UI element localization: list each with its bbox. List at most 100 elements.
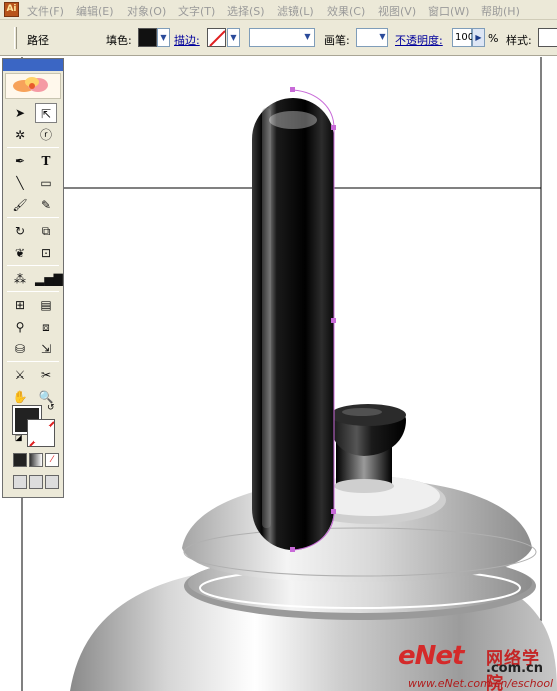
artwork (21, 57, 557, 691)
slice-icon: ⚔ (14, 368, 26, 382)
stroke-label[interactable]: 描边: (174, 32, 200, 48)
rotate-tool[interactable]: ↻ (9, 221, 31, 241)
eyedropper-tool[interactable]: ⚲ (9, 317, 31, 337)
wand-icon: ✲ (14, 128, 26, 142)
eyedropper-icon: ⚲ (15, 320, 25, 334)
tool-separator (7, 265, 59, 266)
default-colors-icon[interactable]: ◪ (15, 433, 23, 442)
illustrator-flower-logo[interactable] (5, 73, 61, 99)
selection-tool[interactable]: ➤ (9, 103, 31, 123)
gradient-tool[interactable]: ▤ (35, 295, 57, 315)
menu-effect[interactable]: 效果(C) (327, 3, 365, 19)
rotate-icon: ↻ (14, 224, 26, 238)
normal-screen-mode-icon[interactable] (13, 475, 27, 489)
live-paint-tool[interactable]: ⛁ (9, 339, 31, 359)
app-icon[interactable]: Ai (4, 2, 19, 17)
tools-panel: ➤ ⇱ ✲ ⓡ ✒ T ╲ ▭ 🖌 ✎ ↻ ⧉ ❦ ⊡ ⁂ ▂▅▇ ⊞ ▤ ⚲ … (2, 58, 64, 498)
menu-filter[interactable]: 滤镜(L) (277, 3, 314, 19)
free-transform-icon: ⊡ (40, 246, 52, 260)
menu-select[interactable]: 选择(S) (227, 3, 265, 19)
type-icon: T (41, 154, 51, 168)
brush-icon: 🖌 (12, 198, 28, 212)
blend-tool[interactable]: ⧈ (35, 317, 57, 337)
stroke-swatch[interactable] (207, 28, 226, 47)
lasso-icon: ⓡ (39, 128, 52, 142)
watermark-url: www.eNet.com.cn/eschool (408, 677, 554, 690)
warp-icon: ❦ (14, 246, 26, 260)
fill-swatch[interactable] (138, 28, 157, 47)
control-bar-grip[interactable] (14, 27, 17, 49)
line-tool[interactable]: ╲ (9, 173, 31, 193)
opacity-label[interactable]: 不透明度: (395, 32, 443, 48)
opacity-unit: % (488, 32, 499, 45)
stroke-weight-dropdown-icon[interactable]: ▼ (301, 28, 314, 47)
scissors-icon: ✂ (40, 368, 52, 382)
brush-dropdown-icon[interactable]: ▼ (376, 28, 389, 47)
magnifier-icon: 🔍 (38, 390, 54, 404)
sprayer-icon: ⁂ (14, 272, 26, 286)
object-type-label: 路径 (27, 34, 49, 47)
menu-object[interactable]: 对象(O) (127, 3, 166, 19)
blend-icon: ⧈ (42, 320, 50, 334)
swap-colors-icon[interactable]: ↺ (47, 403, 55, 413)
free-transform-tool[interactable]: ⊡ (35, 243, 57, 263)
no-stroke-icon (209, 30, 225, 46)
menu-type[interactable]: 文字(T) (178, 3, 215, 19)
paintbrush-tool[interactable]: 🖌 (9, 195, 31, 215)
color-mode-icon[interactable] (13, 453, 27, 467)
live-paint-selection-tool[interactable]: ⇲ (35, 339, 57, 359)
none-mode-icon[interactable]: ⁄ (45, 453, 59, 467)
opacity-field[interactable]: 100 (452, 28, 474, 47)
menu-view[interactable]: 视图(V) (378, 3, 416, 19)
slice-tool[interactable]: ⚔ (9, 365, 31, 385)
hand-icon: ✋ (12, 390, 28, 404)
control-bar: 路径 填色: ▼ 描边: ▼ ▼ 画笔: ▼ 不透明度: 100 ▶ % 样式: (0, 20, 557, 56)
pencil-tool[interactable]: ✎ (35, 195, 57, 215)
tool-separator (7, 147, 59, 148)
full-screen-menu-mode-icon[interactable] (29, 475, 43, 489)
hollow-arrow-icon: ⇱ (40, 107, 52, 121)
mesh-icon: ⊞ (14, 298, 26, 312)
menu-help[interactable]: 帮助(H) (481, 3, 520, 19)
mesh-tool[interactable]: ⊞ (9, 295, 31, 315)
menu-window[interactable]: 窗口(W) (428, 3, 469, 19)
menu-edit[interactable]: 编辑(E) (76, 3, 114, 19)
fill-dropdown-icon[interactable]: ▼ (157, 28, 170, 47)
gradient-mode-icon[interactable] (29, 453, 43, 467)
magic-wand-tool[interactable]: ✲ (9, 125, 31, 145)
symbol-sprayer-tool[interactable]: ⁂ (9, 269, 31, 289)
rectangle-tool[interactable]: ▭ (35, 173, 57, 193)
graph-tool[interactable]: ▂▅▇ (35, 269, 63, 289)
paint-bucket-icon: ⛁ (14, 342, 26, 356)
full-screen-mode-icon[interactable] (45, 475, 59, 489)
lasso-tool[interactable]: ⓡ (35, 125, 57, 145)
direct-selection-tool[interactable]: ⇱ (35, 103, 57, 123)
opacity-arrow-icon[interactable]: ▶ (472, 28, 485, 47)
stroke-color-box[interactable] (27, 419, 55, 447)
scale-tool[interactable]: ⧉ (35, 221, 57, 241)
style-swatch[interactable] (538, 28, 557, 47)
arrow-icon: ➤ (14, 106, 26, 120)
gradient-icon: ▤ (40, 298, 52, 312)
menu-file[interactable]: 文件(F) (27, 3, 64, 19)
tool-separator (7, 361, 59, 362)
artboard-canvas[interactable] (0, 57, 557, 691)
graph-icon: ▂▅▇ (35, 272, 63, 286)
tool-separator (7, 217, 59, 218)
fill-label: 填色: (106, 34, 132, 47)
scale-icon: ⧉ (41, 224, 51, 238)
scissors-tool[interactable]: ✂ (35, 365, 57, 385)
no-stroke-icon (29, 421, 54, 446)
tools-panel-titlebar[interactable] (3, 59, 63, 71)
hand-tool[interactable]: ✋ (9, 387, 31, 407)
pen-tool[interactable]: ✒ (9, 151, 31, 171)
style-label: 样式: (506, 34, 532, 47)
line-icon: ╲ (16, 176, 24, 190)
menu-bar: Ai 文件(F) 编辑(E) 对象(O) 文字(T) 选择(S) 滤镜(L) 效… (0, 0, 557, 20)
warp-tool[interactable]: ❦ (9, 243, 31, 263)
pencil-icon: ✎ (40, 198, 52, 212)
flower-logo-icon (13, 77, 48, 92)
stroke-dropdown-icon[interactable]: ▼ (227, 28, 240, 47)
brush-label: 画笔: (324, 34, 350, 47)
type-tool[interactable]: T (35, 151, 57, 171)
